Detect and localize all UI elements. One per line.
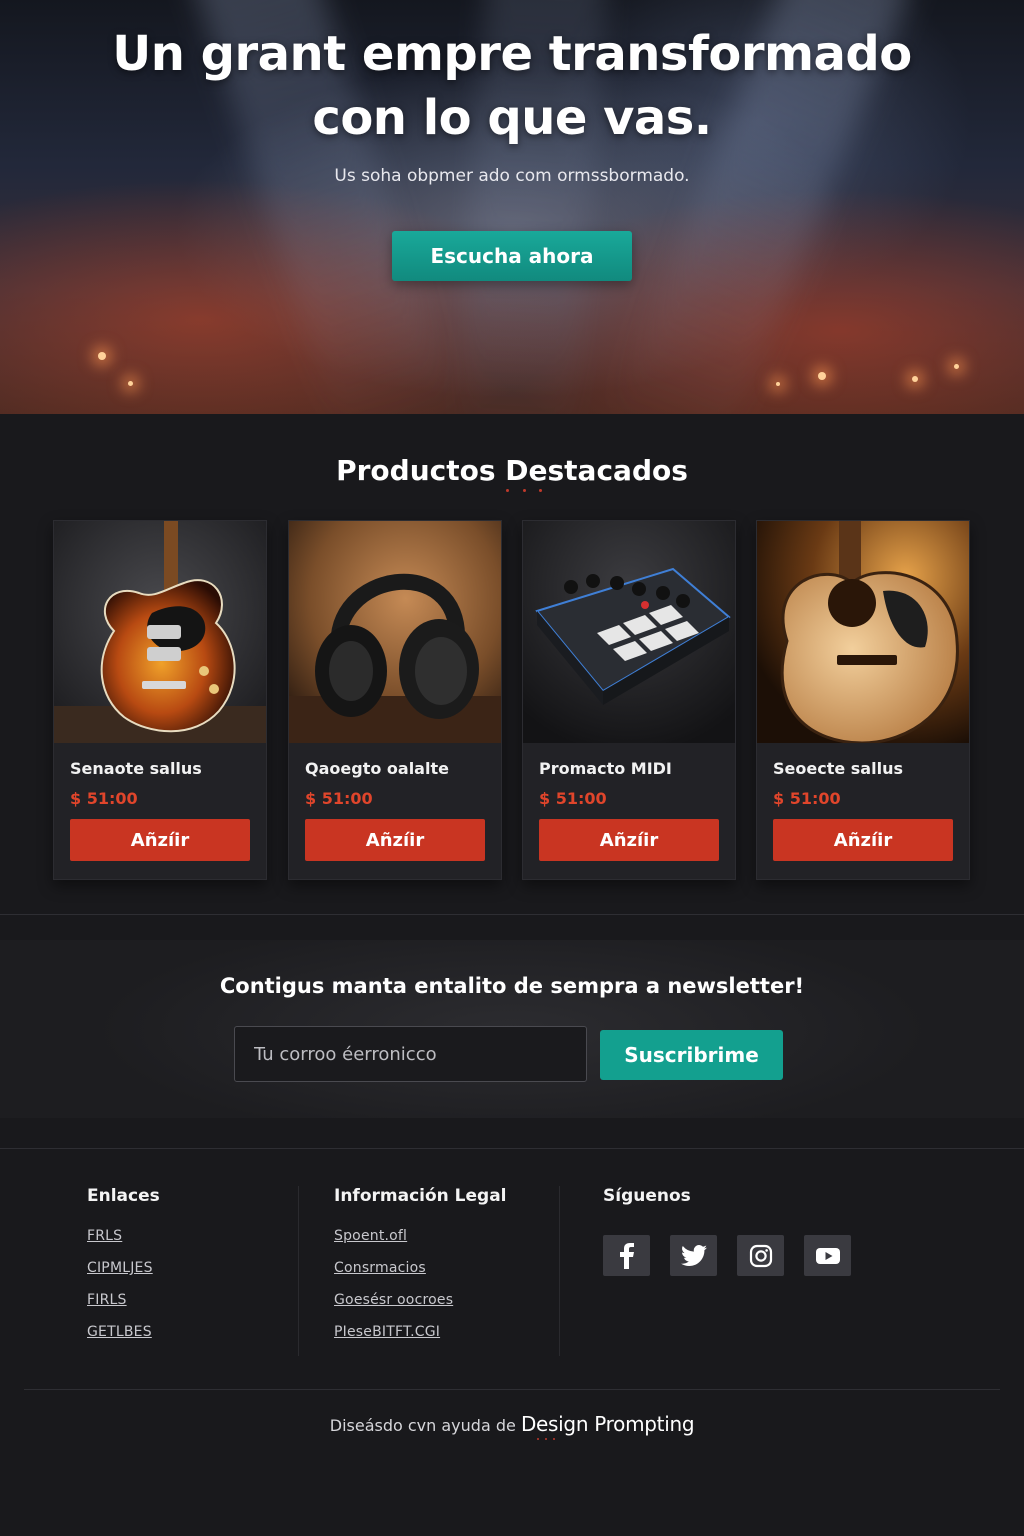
footer-link[interactable]: FRLS xyxy=(87,1228,160,1244)
product-image-electric-guitar xyxy=(54,521,266,743)
add-to-cart-button[interactable]: Añzíir xyxy=(305,819,485,861)
stage-light xyxy=(128,381,133,386)
footer-link[interactable]: GETLBES xyxy=(87,1324,160,1340)
hero-banner: Un grant empre transformado con lo que v… xyxy=(0,0,1024,414)
legal-link[interactable]: Goesésr oocroes xyxy=(334,1292,507,1308)
hero-title-line-1: Un grant empre transformado xyxy=(112,26,912,82)
listen-now-button[interactable]: Escucha ahora xyxy=(392,231,632,281)
credit-underline-dots xyxy=(537,1438,555,1440)
product-name: Senaote sallus xyxy=(70,759,202,778)
add-to-cart-button[interactable]: Añzíir xyxy=(539,819,719,861)
credit-text: Diseásdo cvn ayuda de Design Prompting xyxy=(0,1412,1024,1436)
product-price: $ 51:00 xyxy=(773,789,841,808)
credit-prefix: Diseásdo cvn ayuda de xyxy=(329,1416,516,1435)
hero-subtitle: Us soha obpmer ado com ormssbormado. xyxy=(334,166,690,186)
social-icons xyxy=(603,1235,851,1276)
legal-link[interactable]: PIeseBITFT.CGI xyxy=(334,1324,507,1340)
column-separator xyxy=(559,1186,560,1356)
footer-social-title: Síguenos xyxy=(603,1186,691,1206)
email-input[interactable] xyxy=(234,1026,587,1082)
add-to-cart-button[interactable]: Añzíir xyxy=(70,819,250,861)
footer-social-column: Síguenos xyxy=(603,1186,691,1228)
product-name: Promacto MIDI xyxy=(539,759,672,778)
product-card: Senaote sallus $ 51:00 Añzíir xyxy=(53,520,267,880)
product-image-headphones xyxy=(289,521,501,743)
newsletter-title: Contigus manta entalito de sempra a news… xyxy=(219,974,805,998)
twitter-icon[interactable] xyxy=(670,1235,717,1276)
product-name: Seoecte sallus xyxy=(773,759,903,778)
hero-title-line-2: con lo que vas. xyxy=(312,90,712,146)
footer-link[interactable]: FIRLS xyxy=(87,1292,160,1308)
stage-light xyxy=(776,382,780,386)
footer-links-column: Enlaces FRLS CIPMLJES FIRLS GETLBES xyxy=(87,1186,160,1356)
product-card: Qaoegto oalalte $ 51:00 Añzíir xyxy=(288,520,502,880)
footer-legal-title: Información Legal xyxy=(334,1186,507,1206)
product-card: Promacto MIDI $ 51:00 Añzíir xyxy=(522,520,736,880)
product-price: $ 51:00 xyxy=(539,789,607,808)
product-card: Seoecte sallus $ 51:00 Añzíir xyxy=(756,520,970,880)
footer-legal-column: Información Legal Spoent.ofl Consrmacios… xyxy=(334,1186,507,1356)
title-underline-dots xyxy=(506,489,542,493)
section-divider xyxy=(0,1148,1024,1149)
product-price: $ 51:00 xyxy=(70,789,138,808)
footer-divider xyxy=(24,1389,1000,1390)
section-divider xyxy=(0,914,1024,915)
product-name: Qaoegto oalalte xyxy=(305,759,449,778)
stage-light xyxy=(818,372,826,380)
page: Un grant empre transformado con lo que v… xyxy=(0,0,1024,1536)
product-image-midi-controller xyxy=(523,521,735,743)
product-image-acoustic-guitar xyxy=(757,521,969,743)
stage-light xyxy=(912,376,918,382)
legal-link[interactable]: Spoent.ofl xyxy=(334,1228,507,1244)
add-to-cart-button[interactable]: Añzíir xyxy=(773,819,953,861)
legal-link[interactable]: Consrmacios xyxy=(334,1260,507,1276)
instagram-icon[interactable] xyxy=(737,1235,784,1276)
facebook-icon[interactable] xyxy=(603,1235,650,1276)
hero-title: Un grant empre transformado con lo que v… xyxy=(0,22,1024,150)
credit-brand[interactable]: Design Prompting xyxy=(521,1412,695,1436)
stage-light xyxy=(98,352,106,360)
column-separator xyxy=(298,1186,299,1356)
newsletter-section: Contigus manta entalito de sempra a news… xyxy=(0,940,1024,1118)
products-title: Productos Destacados xyxy=(336,454,688,487)
footer-link[interactable]: CIPMLJES xyxy=(87,1260,160,1276)
stage-light xyxy=(954,364,959,369)
youtube-icon[interactable] xyxy=(804,1235,851,1276)
footer-links-title: Enlaces xyxy=(87,1186,160,1206)
product-price: $ 51:00 xyxy=(305,789,373,808)
subscribe-button[interactable]: Suscribrime xyxy=(600,1030,783,1080)
